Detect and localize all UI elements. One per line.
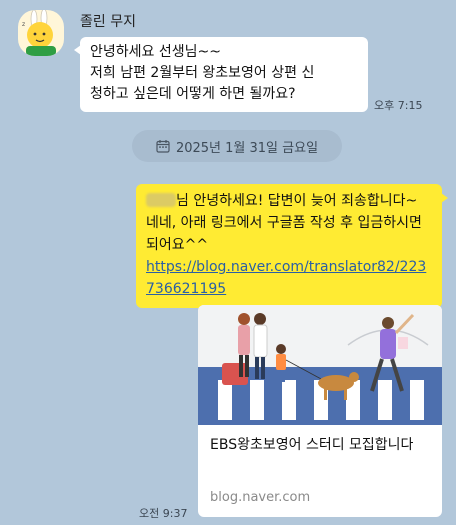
svg-text:z: z: [22, 21, 25, 28]
link-preview-image[interactable]: [198, 305, 442, 425]
incoming-message-line: 청하고 싶은데 어떻게 하면 될까요?: [90, 86, 296, 102]
link-preview-card[interactable]: EBS왕초보영어 스터디 모집합니다 blog.naver.com: [198, 305, 442, 517]
sender-name: 졸린 무지: [80, 14, 136, 30]
redacted-name: [146, 193, 176, 207]
link-preview-domain: blog.naver.com: [210, 490, 311, 505]
calendar-icon: [156, 140, 170, 153]
date-divider: 2025년 1월 31일 금요일: [132, 130, 342, 162]
outgoing-message-bubble[interactable]: 님 안녕하세요! 답변이 늦어 죄송합니다~ 네네, 아래 링크에서 구글폼 작…: [136, 184, 448, 308]
outgoing-message-time: 오전 9:37: [139, 507, 188, 520]
outgoing-message-text: 님 안녕하세요! 답변이 늦어 죄송합니다~ 네네, 아래 링크에서 구글폼 작…: [146, 193, 422, 253]
incoming-message-line: 저희 남편 2월부터 왕초보영어 상편 신: [90, 65, 315, 81]
incoming-message-bubble[interactable]: 안녕하세요 선생님~~ 저희 남편 2월부터 왕초보영어 상편 신 청하고 싶은…: [74, 37, 368, 112]
avatar[interactable]: z: [18, 10, 64, 56]
incoming-message-line: 안녕하세요 선생님~~: [90, 44, 221, 60]
message-link[interactable]: https://blog.naver.com/translator82/2237…: [146, 256, 432, 300]
incoming-message-time: 오후 7:15: [374, 99, 423, 112]
link-preview-title[interactable]: EBS왕초보영어 스터디 모집합니다: [210, 435, 430, 456]
date-divider-label: 2025년 1월 31일 금요일: [175, 140, 319, 156]
